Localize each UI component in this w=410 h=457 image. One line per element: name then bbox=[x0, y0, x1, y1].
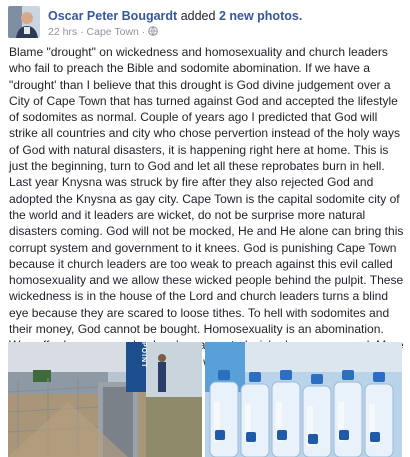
post-title: Oscar Peter Bougardt added 2 new photos. bbox=[48, 9, 302, 23]
meta-separator-2: · bbox=[141, 26, 146, 38]
post-location-link[interactable]: Cape Town bbox=[87, 26, 139, 38]
photo-water-bottles[interactable] bbox=[205, 342, 402, 457]
photo-water-point[interactable]: POINT bbox=[8, 342, 202, 457]
post-timestamp-link[interactable]: 22 hrs bbox=[48, 26, 77, 38]
avatar[interactable] bbox=[8, 6, 40, 38]
point-sign-text: POINT bbox=[140, 342, 147, 369]
author-name-link[interactable]: Oscar Peter Bougardt bbox=[48, 9, 177, 23]
globe-icon[interactable] bbox=[148, 26, 159, 39]
photo-count-link[interactable]: 2 new photos. bbox=[219, 9, 302, 23]
post-header: Oscar Peter Bougardt added 2 new photos.… bbox=[8, 6, 404, 40]
post-text: Blame "drought" on wickedness and homose… bbox=[9, 45, 404, 369]
facebook-post: Oscar Peter Bougardt added 2 new photos.… bbox=[0, 0, 410, 457]
photo-grid: POINT bbox=[8, 342, 402, 457]
meta-separator: · bbox=[80, 26, 84, 38]
post-meta: 22 hrs · Cape Town · bbox=[48, 26, 159, 39]
post-body: Blame "drought" on wickedness and homose… bbox=[9, 44, 404, 370]
post-action-text: added bbox=[180, 9, 216, 23]
